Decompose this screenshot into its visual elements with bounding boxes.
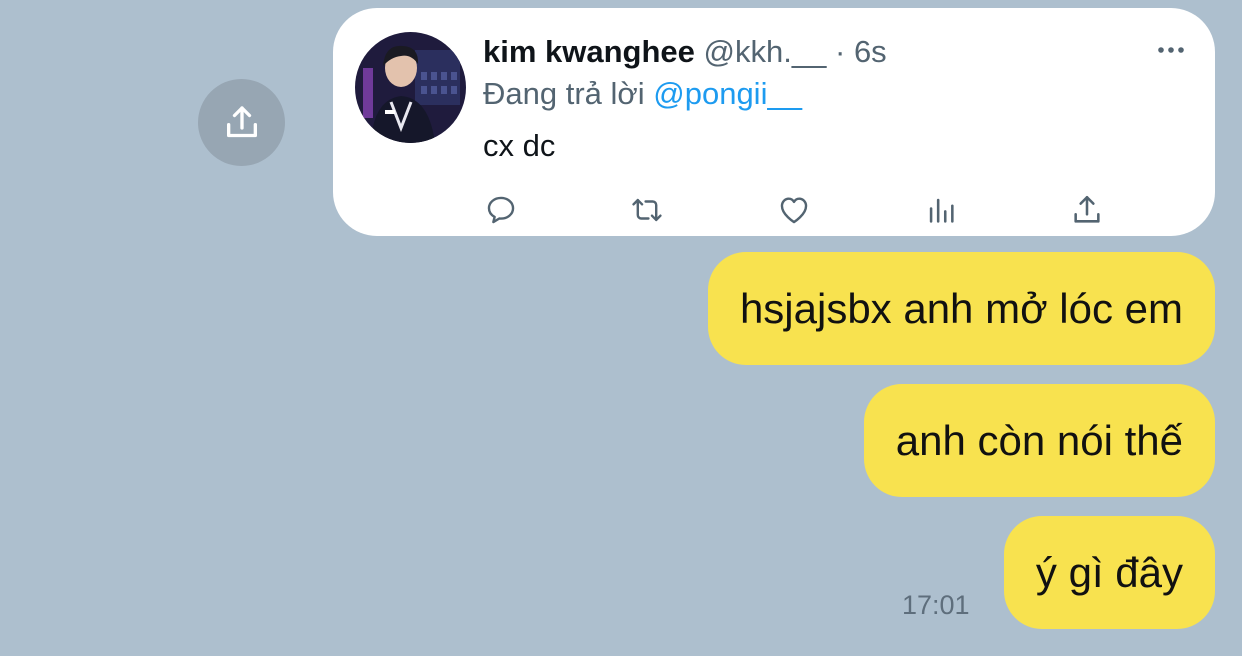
reply-prefix: Đang trả lời (483, 76, 645, 111)
more-icon[interactable] (1153, 38, 1189, 62)
reply-icon (487, 196, 515, 224)
tweet-text: cx dc (483, 128, 556, 163)
heart-icon (780, 197, 808, 224)
reply-mention-link[interactable]: @pongii__ (653, 76, 802, 111)
avatar[interactable] (355, 32, 466, 143)
message-bubble[interactable]: hsjajsbx anh mở lóc em (707, 252, 1215, 365)
reply-context: Đang trả lời @pongii__ (483, 76, 802, 112)
retweet-icon (632, 198, 662, 222)
share-icon (1074, 195, 1100, 223)
tweet-share-button[interactable] (1069, 192, 1105, 228)
message-bubble[interactable]: ý gì đây (1003, 516, 1215, 629)
like-button[interactable] (776, 192, 812, 228)
message-timestamp: 17:01 (902, 590, 970, 620)
tweet-header: kim kwanghee @kkh.__ · 6s (483, 34, 887, 70)
views-button[interactable] (923, 192, 959, 228)
author-name[interactable]: kim kwanghee (483, 34, 695, 69)
author-handle[interactable]: @kkh.__ (704, 34, 827, 69)
message-bubble[interactable]: anh còn nói thế (863, 384, 1215, 497)
tweet-time[interactable]: 6s (854, 34, 887, 69)
share-button[interactable] (198, 79, 285, 166)
reply-button[interactable] (483, 192, 519, 228)
tweet-card[interactable]: kim kwanghee @kkh.__ · 6s Đang trả lời @… (333, 8, 1215, 236)
views-icon (929, 198, 954, 223)
time-separator: · (834, 34, 846, 69)
retweet-button[interactable] (629, 192, 665, 228)
share-icon (226, 105, 257, 137)
